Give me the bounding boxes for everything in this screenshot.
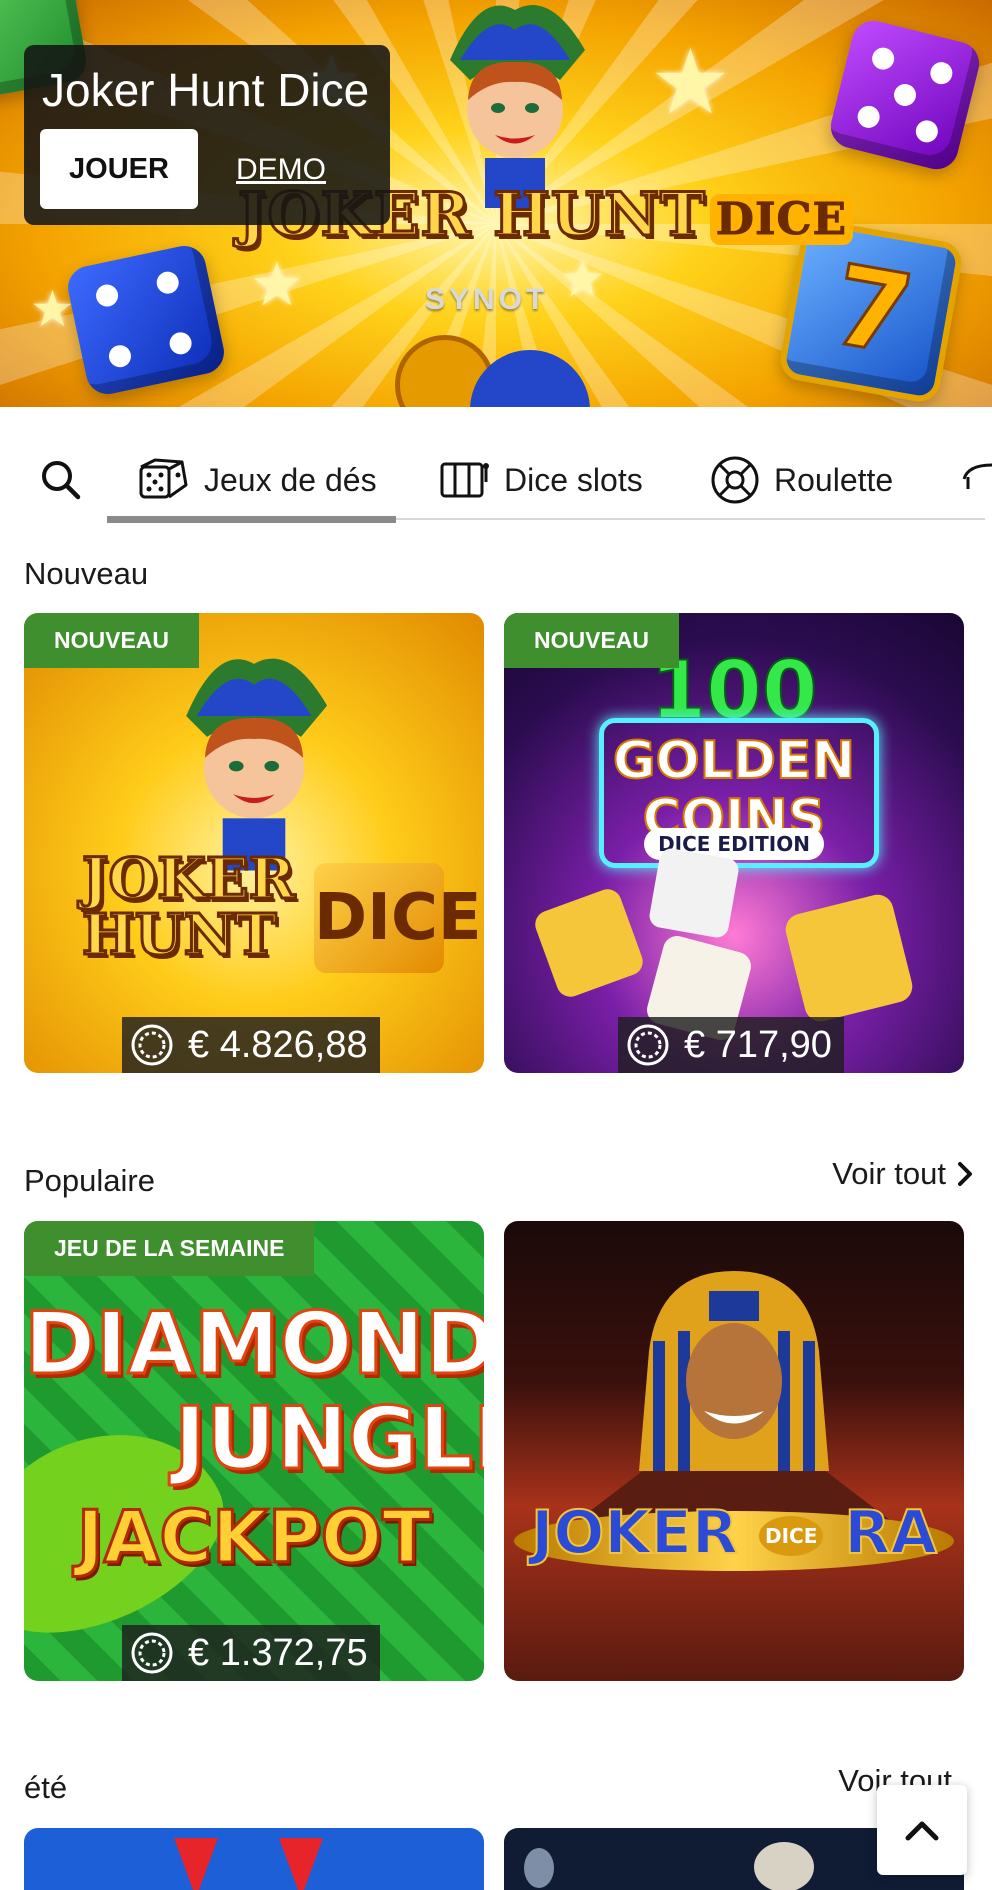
provider-logo: SYNOT <box>425 283 549 316</box>
jackpot-chip-icon <box>131 1024 173 1066</box>
tab-roulette[interactable]: Roulette <box>710 455 893 505</box>
jackpot-chip-icon <box>627 1024 669 1066</box>
badge-new: NOUVEAU <box>24 613 200 668</box>
hero-logo-badge: DICE <box>709 194 854 246</box>
jackpot-chip-icon <box>131 1632 173 1674</box>
hero-info-card: Joker Hunt Dice JOUER DEMO <box>24 45 390 225</box>
pharaoh-character-icon <box>639 1271 829 1471</box>
game-tile-diamond-jungle-jackpot[interactable]: DIAMOND JUNGLE JACKPOT JEU DE LA SEMAINE… <box>24 1221 484 1681</box>
see-all-popular-link[interactable]: Voir tout <box>832 1156 974 1192</box>
game-art-title: JOKER DICE RA <box>504 1502 964 1564</box>
art-line: JOKER <box>530 1498 739 1568</box>
art-line: JOKER <box>80 846 296 912</box>
game-art-title: GOLDEN <box>612 731 856 791</box>
search-icon[interactable] <box>38 457 84 503</box>
chevron-up-icon <box>905 1821 939 1841</box>
game-tile-summer-1[interactable] <box>24 1828 484 1890</box>
jackpot-value: € 4.826,88 <box>188 1023 368 1066</box>
play-button[interactable]: JOUER <box>40 129 198 209</box>
jackpot-amount: € 1.372,75 <box>122 1625 380 1681</box>
see-all-label: Voir tout <box>832 1156 946 1191</box>
game-art-title: JOKER HUNT <box>80 846 296 968</box>
jackpot-value: € 1.372,75 <box>188 1631 368 1674</box>
gold-die-icon <box>531 885 647 1001</box>
game-art-title: DIAMOND <box>24 1294 484 1394</box>
hero-title: Joker Hunt Dice <box>42 64 370 116</box>
game-tile-joker-ra-dice[interactable]: JOKER DICE RA <box>504 1221 964 1681</box>
game-tile-joker-hunt-dice[interactable]: JOKER HUNT DICE NOUVEAU € 4.826,88 <box>24 613 484 1073</box>
roulette-icon <box>711 456 759 504</box>
purple-die-icon <box>826 16 984 174</box>
jackpot-amount: € 717,90 <box>618 1017 844 1073</box>
art-badge: DICE <box>758 1516 824 1557</box>
star-decoration: ★ <box>250 251 304 318</box>
white-die-icon <box>647 846 741 940</box>
scroll-to-top-button[interactable] <box>877 1785 967 1875</box>
jackpot-value: € 717,90 <box>684 1023 832 1066</box>
chevron-right-icon <box>958 1162 972 1186</box>
art-decoration <box>279 1838 323 1890</box>
badge-game-of-the-week: JEU DE LA SEMAINE <box>24 1221 315 1276</box>
category-tabs: Jeux de dés Dice slots Roulette <box>0 407 992 527</box>
game-tile-100-golden-coins[interactable]: 100 GOLDEN COINS DICE EDITION NOUVEAU € … <box>504 613 964 1073</box>
art-decoration <box>174 1838 218 1890</box>
tab-dice-games[interactable]: Jeux de dés <box>138 455 377 505</box>
active-tab-indicator <box>107 516 396 523</box>
section-title-new: Nouveau <box>24 556 149 591</box>
game-art-title: JUNGLE <box>173 1389 485 1489</box>
section-title-summer: été <box>24 1770 68 1805</box>
more-tabs-icon[interactable] <box>958 459 992 503</box>
slot-machine-icon <box>440 462 489 498</box>
demo-link[interactable]: DEMO <box>236 153 326 187</box>
art-line: HUNT <box>80 902 278 968</box>
tab-label: Dice slots <box>504 461 643 498</box>
game-art-subtitle: JACKPOT <box>75 1495 432 1579</box>
game-art-dice-badge: DICE <box>314 863 482 973</box>
tab-label: Jeux de dés <box>204 461 377 498</box>
blue-die-icon <box>64 241 228 399</box>
gold-die-icon <box>782 891 916 1025</box>
hero-banner[interactable]: ★ ★ ★ ★ ★ ★ 7 JOKER HUNTDICE SYNOT <box>0 0 992 407</box>
jackpot-amount: € 4.826,88 <box>122 1017 380 1073</box>
badge-new: NOUVEAU <box>504 613 680 668</box>
tab-label: Roulette <box>774 461 894 498</box>
tab-dice-slots[interactable]: Dice slots <box>440 455 643 505</box>
dice-icon <box>139 458 188 499</box>
star-decoration: ★ <box>650 33 731 133</box>
art-decoration <box>754 1842 814 1890</box>
section-title-popular: Populaire <box>24 1163 155 1198</box>
art-line: RA <box>843 1498 938 1568</box>
art-decoration <box>524 1848 554 1888</box>
star-decoration: ★ <box>560 251 605 307</box>
